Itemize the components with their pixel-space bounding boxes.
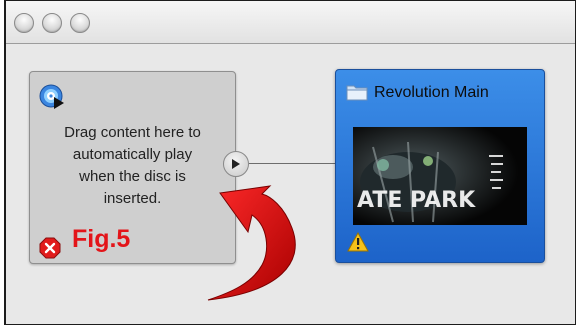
dvd-disc-play-icon <box>39 84 64 109</box>
triangle-right-icon <box>232 159 240 169</box>
svg-text:ATE PARK: ATE PARK <box>357 188 476 213</box>
connection-knob[interactable] <box>223 151 249 177</box>
window-titlebar <box>6 1 575 44</box>
close-button[interactable] <box>14 13 34 33</box>
warning-icon <box>347 232 369 252</box>
error-icon <box>39 237 61 259</box>
minimize-button[interactable] <box>42 13 62 33</box>
menu-thumbnail: ATE PARK <box>353 127 527 225</box>
drop-instructions-text: Drag content here to automatically play … <box>64 124 201 207</box>
graphical-view-canvas[interactable]: Drag content here to automatically play … <box>6 44 575 324</box>
first-play-drop-tile[interactable]: Drag content here to automatically play … <box>29 71 236 264</box>
dvd-studio-window: Drag content here to automatically play … <box>4 0 576 325</box>
menu-tile-revolution-main[interactable]: Revolution Main ATE PARK <box>335 69 545 263</box>
connection-line <box>249 163 337 164</box>
figure-label: Fig.5 <box>72 225 131 253</box>
zoom-button[interactable] <box>70 13 90 33</box>
folder-icon <box>346 85 368 101</box>
menu-title: Revolution Main <box>374 84 489 101</box>
